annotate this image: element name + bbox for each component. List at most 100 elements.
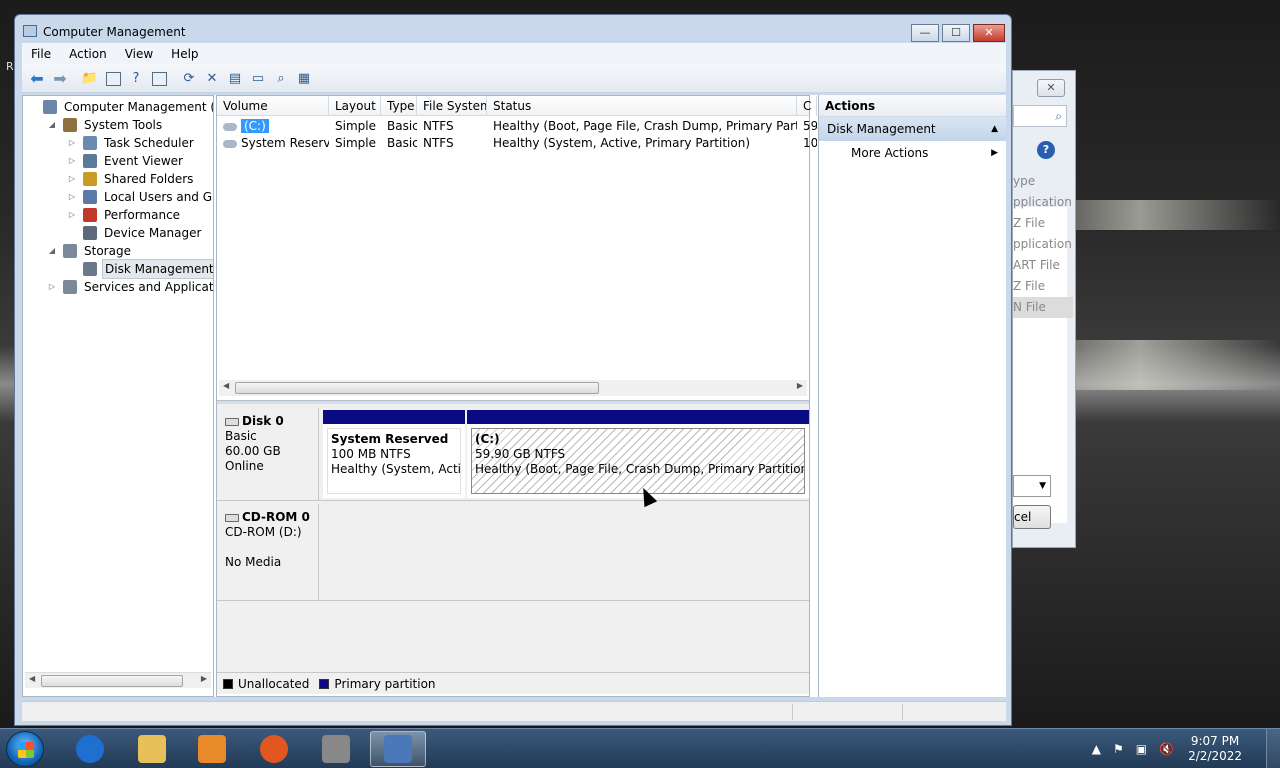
tree-item[interactable]: ▷ Local Users and Groups (67, 188, 213, 206)
show-hide-tree-icon[interactable] (102, 68, 124, 90)
start-button[interactable] (6, 731, 44, 767)
taskbar-button[interactable] (184, 731, 240, 767)
navigation-tree[interactable]: ◀ ▶ Computer Management (Local ◢ System To… (22, 95, 214, 697)
help-icon[interactable]: ? (125, 68, 147, 90)
menu-action[interactable]: Action (60, 47, 116, 61)
settings-icon[interactable]: ▦ (293, 68, 315, 90)
column-header[interactable]: Layout (329, 96, 381, 116)
column-header[interactable]: File System (417, 96, 487, 116)
tree-item[interactable]: ▷ Performance (67, 206, 182, 224)
scroll-right-icon[interactable]: ▶ (201, 674, 207, 683)
partition-color-bar (323, 410, 465, 424)
background-window[interactable]: ✕ ⌕ ? ype pplication Z File pplication ART F… (1012, 70, 1076, 548)
menu-view[interactable]: View (116, 47, 162, 61)
tree-item[interactable]: ◢ Storage (47, 242, 133, 260)
expand-toggle-icon[interactable]: ◢ (47, 242, 57, 260)
up-folder-icon[interactable]: 📁 (79, 68, 101, 90)
tree-item[interactable]: Disk Management (67, 259, 213, 279)
search-input[interactable]: ⌕ (1013, 105, 1067, 127)
menu-help[interactable]: Help (162, 47, 207, 61)
tree-item[interactable]: Computer Management (Local (27, 98, 213, 116)
taskbar-button[interactable] (124, 731, 180, 767)
expand-toggle-icon[interactable]: ▷ (47, 278, 57, 296)
help-icon[interactable]: ? (1037, 141, 1055, 159)
file-type-dropdown[interactable]: ▼ (1013, 475, 1051, 497)
scroll-right-icon[interactable]: ▶ (797, 381, 803, 390)
network-icon[interactable]: ▣ (1136, 742, 1147, 756)
tree-item[interactable]: ▷ Shared Folders (67, 170, 195, 188)
taskbar-button[interactable] (308, 731, 364, 767)
action-center-flag-icon[interactable]: ⚑ (1113, 742, 1124, 756)
maximize-button[interactable]: ☐ (942, 24, 970, 42)
toolbar: ⬅ ➡ 📁? ⟳ ✕ ▤ ▭ ⌕ ▦ (22, 65, 1006, 93)
actions-section-disk-management[interactable]: Disk Management ▲ (819, 117, 1006, 141)
tree-item[interactable]: ▷ Task Scheduler (67, 134, 196, 152)
clock[interactable]: 9:07 PM 2/2/2022 (1188, 734, 1242, 764)
partition-block[interactable]: (C:) 59.90 GB NTFS Healthy (Boot, Page Fil… (467, 410, 809, 498)
expand-toggle-icon[interactable]: ▷ (67, 134, 77, 152)
tree-item[interactable]: ◢ System Tools (47, 116, 164, 134)
disk-row-separator (217, 500, 809, 501)
expand-toggle-icon[interactable]: ▷ (67, 152, 77, 170)
column-header[interactable]: Status (487, 96, 797, 116)
list-item[interactable]: pplication (1013, 234, 1073, 255)
volume-muted-icon[interactable]: 🔇 (1159, 742, 1174, 756)
back-icon[interactable]: ⬅ (26, 68, 48, 90)
expand-toggle-icon[interactable]: ◢ (47, 116, 57, 134)
tree-item[interactable]: ▷ Event Viewer (67, 152, 185, 170)
column-header[interactable]: C (797, 96, 817, 116)
expand-toggle-icon[interactable]: ▷ (67, 170, 77, 188)
taskbar-button[interactable] (62, 731, 118, 767)
forward-icon[interactable]: ➡ (49, 68, 71, 90)
close-button[interactable]: ✕ (1037, 79, 1065, 97)
expand-toggle-icon[interactable]: ▷ (67, 206, 77, 224)
table-row[interactable]: (C:) Simple Basic NTFS Healthy (Boot, Page F… (217, 117, 817, 135)
show-hide-action-icon[interactable] (148, 68, 170, 90)
refresh-icon[interactable]: ⟳ (178, 68, 200, 90)
tree-horizontal-scrollbar[interactable]: ◀ ▶ (25, 672, 211, 688)
status-segment (902, 704, 903, 720)
list-item[interactable]: N File (1013, 297, 1073, 318)
partition-block[interactable]: System Reserved 100 MB NTFS Healthy (Syste… (323, 410, 465, 498)
scroll-left-icon[interactable]: ◀ (223, 381, 229, 390)
partition-title: System Reserved (331, 432, 449, 446)
list-item[interactable]: ART File (1013, 255, 1073, 276)
cancel-button[interactable]: cel (1013, 505, 1051, 529)
list-item[interactable]: pplication (1013, 192, 1073, 213)
show-hidden-icons-icon[interactable]: ▲ (1092, 742, 1101, 756)
table-cell: 59 (803, 119, 817, 133)
scrollbar-thumb[interactable] (235, 382, 599, 394)
title-bar[interactable]: Computer Management — ☐ ✕ (15, 15, 1011, 43)
list-item[interactable]: ype (1013, 171, 1073, 192)
delete-icon[interactable]: ✕ (201, 68, 223, 90)
disk-label[interactable]: Disk 0 Basic 60.00 GB Online (217, 408, 319, 500)
search-icon[interactable]: ⌕ (270, 68, 292, 90)
table-row[interactable]: System Reserved Simple Basic NTFS Healthy (S… (217, 134, 817, 152)
tree-item-label: Services and Applications (84, 280, 214, 294)
list-item[interactable]: Z File (1013, 276, 1073, 297)
taskbar-button[interactable] (246, 731, 302, 767)
taskbar-button[interactable] (370, 731, 426, 767)
disk-label[interactable]: CD-ROM 0 CD-ROM (D:) No Media (217, 504, 319, 600)
computer-management-window[interactable]: Computer Management — ☐ ✕ File Action View… (14, 14, 1012, 726)
file-type-list[interactable]: ype pplication Z File pplication ART File Z F… (1013, 171, 1073, 318)
collapse-icon[interactable]: ▲ (991, 117, 998, 141)
scrollbar-thumb[interactable] (41, 675, 183, 687)
open-icon[interactable]: ▭ (247, 68, 269, 90)
more-actions-item[interactable]: More Actions ▶ (819, 141, 1006, 165)
list-item[interactable]: Z File (1013, 213, 1073, 234)
properties-icon[interactable]: ▤ (224, 68, 246, 90)
close-button[interactable]: ✕ (973, 24, 1005, 42)
expand-toggle-icon[interactable]: ▷ (67, 188, 77, 206)
minimize-button[interactable]: — (911, 24, 939, 42)
menu-file[interactable]: File (22, 47, 60, 61)
show-desktop-button[interactable] (1266, 729, 1280, 768)
tree-item[interactable]: Device Manager (67, 224, 203, 242)
column-header[interactable]: Volume (217, 96, 329, 116)
disk-graphical-view[interactable]: Unallocated Primary partition Disk 0 Basic… (217, 404, 809, 694)
table-cell: NTFS (423, 136, 454, 150)
scroll-left-icon[interactable]: ◀ (29, 674, 35, 683)
tree-item[interactable]: ▷ Services and Applications (47, 278, 214, 296)
column-header[interactable]: Type (381, 96, 417, 116)
volume-list-horizontal-scrollbar[interactable]: ◀ ▶ (219, 380, 807, 396)
